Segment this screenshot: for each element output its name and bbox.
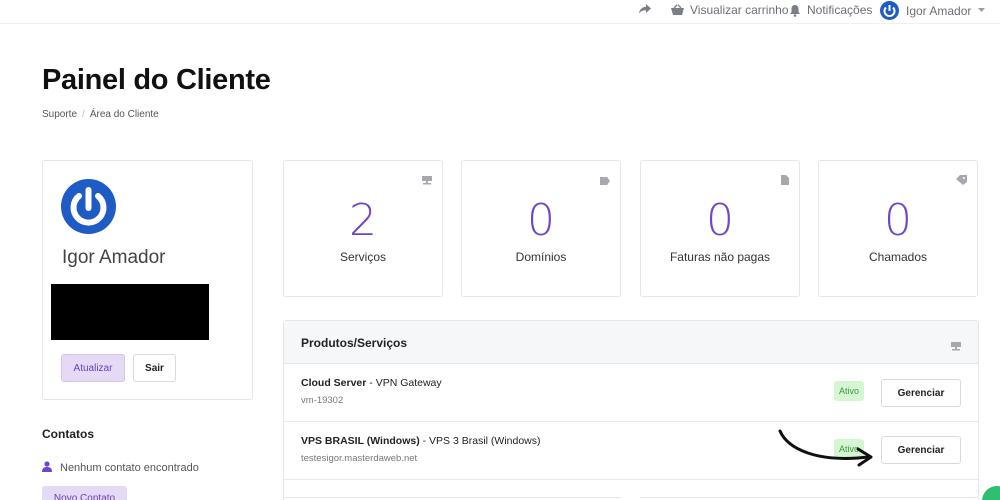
product-row[interactable]: Cloud Server - VPN Gateway vm-19302 Ativ…	[284, 364, 978, 422]
basket-icon	[670, 4, 685, 16]
server-icon	[951, 338, 961, 356]
annotation-arrow-icon	[778, 429, 873, 467]
chat-widget-icon[interactable]	[982, 486, 1000, 500]
tag-icon	[600, 172, 610, 190]
breadcrumb-current: Área do Cliente	[89, 109, 159, 120]
stat-label: Faturas não pagas	[669, 250, 771, 264]
product-host: vm-19302	[301, 395, 344, 406]
product-plan: - VPS 3 Brasil (Windows)	[419, 435, 541, 447]
stat-card-invoices[interactable]: 0 Faturas não pagas	[640, 160, 800, 297]
stat-value: 2	[349, 195, 377, 246]
stat-value: 0	[706, 195, 734, 246]
manage-button[interactable]: Gerenciar	[881, 379, 961, 407]
top-navbar: Visualizar carrinho Notificações Igor Am…	[0, 0, 1000, 24]
products-panel-header: Produtos/Serviços	[284, 321, 978, 364]
breadcrumb-separator: /	[82, 109, 85, 120]
breadcrumb: Suporte / Área do Cliente	[42, 109, 159, 120]
server-icon	[422, 172, 432, 190]
view-cart-label: Visualizar carrinho	[690, 3, 789, 17]
notifications-link[interactable]: Notificações	[789, 3, 872, 17]
logout-button[interactable]: Sair	[133, 354, 176, 382]
ticket-icon	[956, 172, 967, 190]
caret-down-icon	[978, 8, 986, 13]
document-icon	[781, 172, 789, 190]
stat-label: Domínios	[515, 250, 567, 264]
stat-card-services[interactable]: 2 Serviços	[283, 160, 443, 297]
profile-card: Igor Amador Atualizar Sair	[42, 160, 253, 400]
stat-label: Serviços	[339, 250, 386, 264]
stat-label: Chamados	[868, 250, 928, 264]
product-title: Cloud Server	[301, 377, 367, 389]
user-menu[interactable]: Igor Amador	[880, 1, 986, 20]
manage-button[interactable]: Gerenciar	[881, 436, 961, 464]
update-button[interactable]: Atualizar	[61, 354, 125, 382]
product-title: VPS BRASIL (Windows)	[301, 435, 420, 447]
products-panel: Produtos/Serviços Cloud Server - VPN Gat…	[283, 320, 979, 500]
products-panel-title: Produtos/Serviços	[301, 336, 408, 350]
redacted-details	[51, 284, 209, 340]
stat-card-tickets[interactable]: 0 Chamados	[818, 160, 978, 297]
share-icon[interactable]	[638, 3, 652, 15]
user-icon	[42, 461, 52, 475]
user-menu-label: Igor Amador	[906, 3, 972, 18]
stat-value: 0	[884, 195, 912, 246]
new-contact-button[interactable]: Novo Contato	[42, 486, 127, 500]
notifications-label: Notificações	[807, 3, 873, 17]
contacts-empty-text: Nenhum contato encontrado	[60, 462, 199, 474]
view-cart-link[interactable]: Visualizar carrinho	[670, 3, 789, 17]
profile-avatar	[61, 179, 116, 234]
stat-value: 0	[527, 195, 555, 246]
contacts-title: Contatos	[42, 427, 94, 441]
contacts-empty: Nenhum contato encontrado	[42, 461, 199, 475]
product-host: testesigor.masterdaweb.net	[301, 453, 418, 464]
bell-icon	[789, 4, 801, 17]
product-name: VPS BRASIL (Windows) - VPS 3 Brasil (Win…	[301, 435, 541, 447]
breadcrumb-support-link[interactable]: Suporte	[42, 109, 77, 120]
product-name: Cloud Server - VPN Gateway	[301, 377, 442, 389]
power-logo-icon	[70, 187, 107, 226]
status-badge: Ativo	[834, 381, 864, 401]
page-title: Painel do Cliente	[42, 64, 271, 96]
profile-name: Igor Amador	[62, 247, 166, 268]
stat-card-domains[interactable]: 0 Domínios	[461, 160, 621, 297]
user-avatar-icon	[880, 1, 899, 20]
product-plan: - VPN Gateway	[366, 377, 442, 389]
